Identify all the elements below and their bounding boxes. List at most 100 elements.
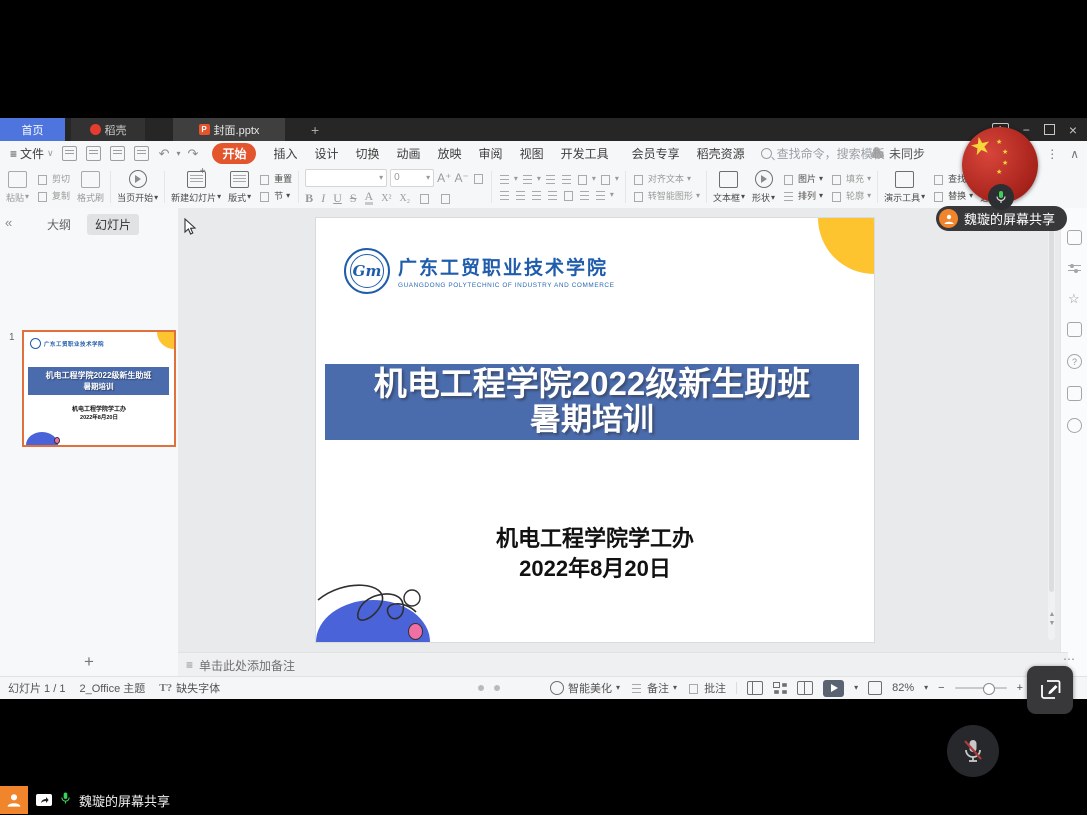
previous-slide-icon[interactable]: ▲ <box>1047 610 1057 619</box>
taskbar-mic-icon[interactable] <box>60 791 71 810</box>
new-tab-button[interactable]: + <box>311 122 319 138</box>
notes-toggle-button[interactable]: 备注▾ <box>630 680 677 696</box>
menu-item-docer-resources[interactable]: 稻壳资源 <box>697 145 745 162</box>
present-tools-button[interactable]: 演示工具▾ <box>884 171 925 204</box>
comments-button[interactable]: 批注 <box>687 680 726 696</box>
help-icon[interactable]: ? <box>1067 354 1082 369</box>
tab-document[interactable]: P 封面.pptx <box>173 118 285 141</box>
subscript-button[interactable]: X₂ <box>399 193 410 204</box>
next-slide-icon[interactable]: ▼ <box>1047 619 1057 628</box>
more-vertical-icon[interactable]: ⋮ <box>1046 147 1058 161</box>
navigation-icon[interactable] <box>1067 418 1082 433</box>
print-icon[interactable] <box>110 146 125 161</box>
menu-item-transition[interactable]: 切换 <box>356 145 380 162</box>
distribute-icon[interactable] <box>562 189 575 201</box>
superscript-button[interactable]: X² <box>381 193 391 204</box>
line-spacing-icon[interactable] <box>594 189 607 201</box>
redo-icon[interactable]: ↷ <box>188 146 199 162</box>
undo-caret-icon[interactable]: ▾ <box>177 150 181 158</box>
italic-button[interactable]: I <box>321 191 325 206</box>
fill-button[interactable]: 填充▾ <box>830 172 871 185</box>
strikethrough-button[interactable]: S <box>350 191 357 206</box>
avatar-mic-badge[interactable] <box>988 184 1014 210</box>
menu-item-home[interactable]: 开始 <box>212 143 256 164</box>
meeting-member-icon[interactable] <box>0 786 28 814</box>
section-button[interactable]: 节▾ <box>258 189 292 202</box>
menu-item-design[interactable]: 设计 <box>314 145 338 162</box>
text-direction-icon[interactable] <box>576 173 589 185</box>
save-icon[interactable] <box>62 146 77 161</box>
zoom-out-button[interactable]: − <box>938 682 944 694</box>
slide-page[interactable]: Gm 广东工贸职业技术学院 GUANGDONG POLYTECHNIC OF I… <box>316 218 874 642</box>
align-text-button[interactable]: 对齐文本 <box>648 172 684 185</box>
menu-item-insert[interactable]: 插入 <box>273 145 297 162</box>
picture-button[interactable]: 图片▾ <box>782 172 823 185</box>
paste-button[interactable]: 粘贴▾ <box>6 171 29 204</box>
slide-date[interactable]: 2022年8月20日 <box>316 551 874 583</box>
zoom-slider-knob[interactable] <box>983 683 995 695</box>
tab-docer[interactable]: 稻壳 <box>71 118 145 141</box>
smartart-icon[interactable] <box>632 190 645 202</box>
decrease-indent-icon[interactable] <box>544 173 557 185</box>
mute-mic-button[interactable] <box>947 725 999 777</box>
zoom-caret[interactable]: ▾ <box>924 684 928 692</box>
new-slide-button[interactable]: 新建幻灯片▾ <box>171 171 221 204</box>
taskbar-share-icon[interactable] <box>36 794 52 806</box>
replace-button[interactable]: 替换▾ <box>932 189 973 202</box>
sync-status[interactable]: 未同步 <box>871 141 925 166</box>
underline-button[interactable]: U <box>333 191 342 206</box>
properties-icon[interactable] <box>1068 262 1081 275</box>
increase-font-icon[interactable]: A⁺ <box>437 171 451 185</box>
bullet-list-icon[interactable] <box>498 173 511 185</box>
font-color-button[interactable]: A <box>365 191 374 205</box>
duplicate-pane-icon[interactable] <box>1067 322 1082 337</box>
zoom-level[interactable]: 82% <box>892 682 914 694</box>
menu-item-slideshow[interactable]: 放映 <box>438 145 462 162</box>
annotation-pen-button[interactable] <box>1027 666 1073 714</box>
increase-indent-icon[interactable] <box>560 173 573 185</box>
font-name-combo[interactable]: ▾ <box>305 169 387 187</box>
export-pane-icon[interactable] <box>1067 386 1082 401</box>
align-center-icon[interactable] <box>514 189 527 201</box>
command-search[interactable]: 查找命令，搜索模板 <box>761 145 885 162</box>
align-right-icon[interactable] <box>530 189 543 201</box>
format-pane-icon[interactable] <box>1067 230 1082 245</box>
vertical-scrollbar-thumb[interactable] <box>1049 212 1054 592</box>
highlight-color-icon[interactable] <box>439 192 452 204</box>
menu-item-devtools[interactable]: 开发工具 <box>561 145 609 162</box>
normal-view-icon[interactable] <box>747 681 763 695</box>
zoom-slider[interactable] <box>955 687 1007 689</box>
numbered-list-icon[interactable] <box>521 173 534 185</box>
beautify-button[interactable]: 智能美化▾ <box>550 680 620 696</box>
copy-button[interactable]: 复制 <box>36 189 70 202</box>
play-from-current-button[interactable]: 当页开始▾ <box>117 170 158 204</box>
font-size-combo[interactable]: 0▾ <box>390 169 434 187</box>
outline-button[interactable]: 轮廓▾ <box>830 189 871 202</box>
tab-slides[interactable]: 幻灯片 <box>87 214 139 235</box>
undo-icon[interactable]: ↶ <box>159 146 170 162</box>
bold-button[interactable]: B <box>305 191 313 206</box>
print-preview-icon[interactable] <box>134 146 149 161</box>
cut-button[interactable]: 剪切 <box>36 172 70 185</box>
fit-to-window-icon[interactable] <box>868 681 882 695</box>
shapes-button[interactable]: 形状▾ <box>752 170 775 204</box>
restore-button[interactable] <box>1044 124 1055 135</box>
slide-dept[interactable]: 机电工程学院学工办 <box>316 521 874 553</box>
close-button[interactable]: × <box>1069 122 1077 138</box>
collapse-ribbon-icon[interactable]: ∧ <box>1070 147 1079 161</box>
minimize-button[interactable]: − <box>1023 123 1030 137</box>
layout-button[interactable]: 版式▾ <box>228 171 251 204</box>
slide-thumbnail[interactable]: 广东工贸职业技术学院 机电工程学院2022级新生助班 暑期培训 机电工程学院学工… <box>22 330 176 447</box>
decrease-font-icon[interactable]: A⁻ <box>455 171 469 185</box>
missing-font-warning[interactable]: T? 缺失字体 <box>159 680 220 696</box>
theme-name[interactable]: 2_Office 主题 <box>79 680 145 696</box>
format-painter-button[interactable]: 格式刷 <box>77 171 104 204</box>
slide-sorter-icon[interactable] <box>773 682 787 694</box>
arrange-button[interactable]: 排列▾ <box>782 189 823 202</box>
export-icon[interactable] <box>86 146 101 161</box>
zoom-in-button[interactable]: + <box>1017 682 1023 694</box>
align-text-icon[interactable] <box>632 173 645 185</box>
phonetic-guide-icon[interactable] <box>418 192 431 204</box>
slide-nav-arrows[interactable]: ▲ ▼ <box>1047 610 1057 628</box>
play-options-caret[interactable]: ▾ <box>854 684 858 692</box>
